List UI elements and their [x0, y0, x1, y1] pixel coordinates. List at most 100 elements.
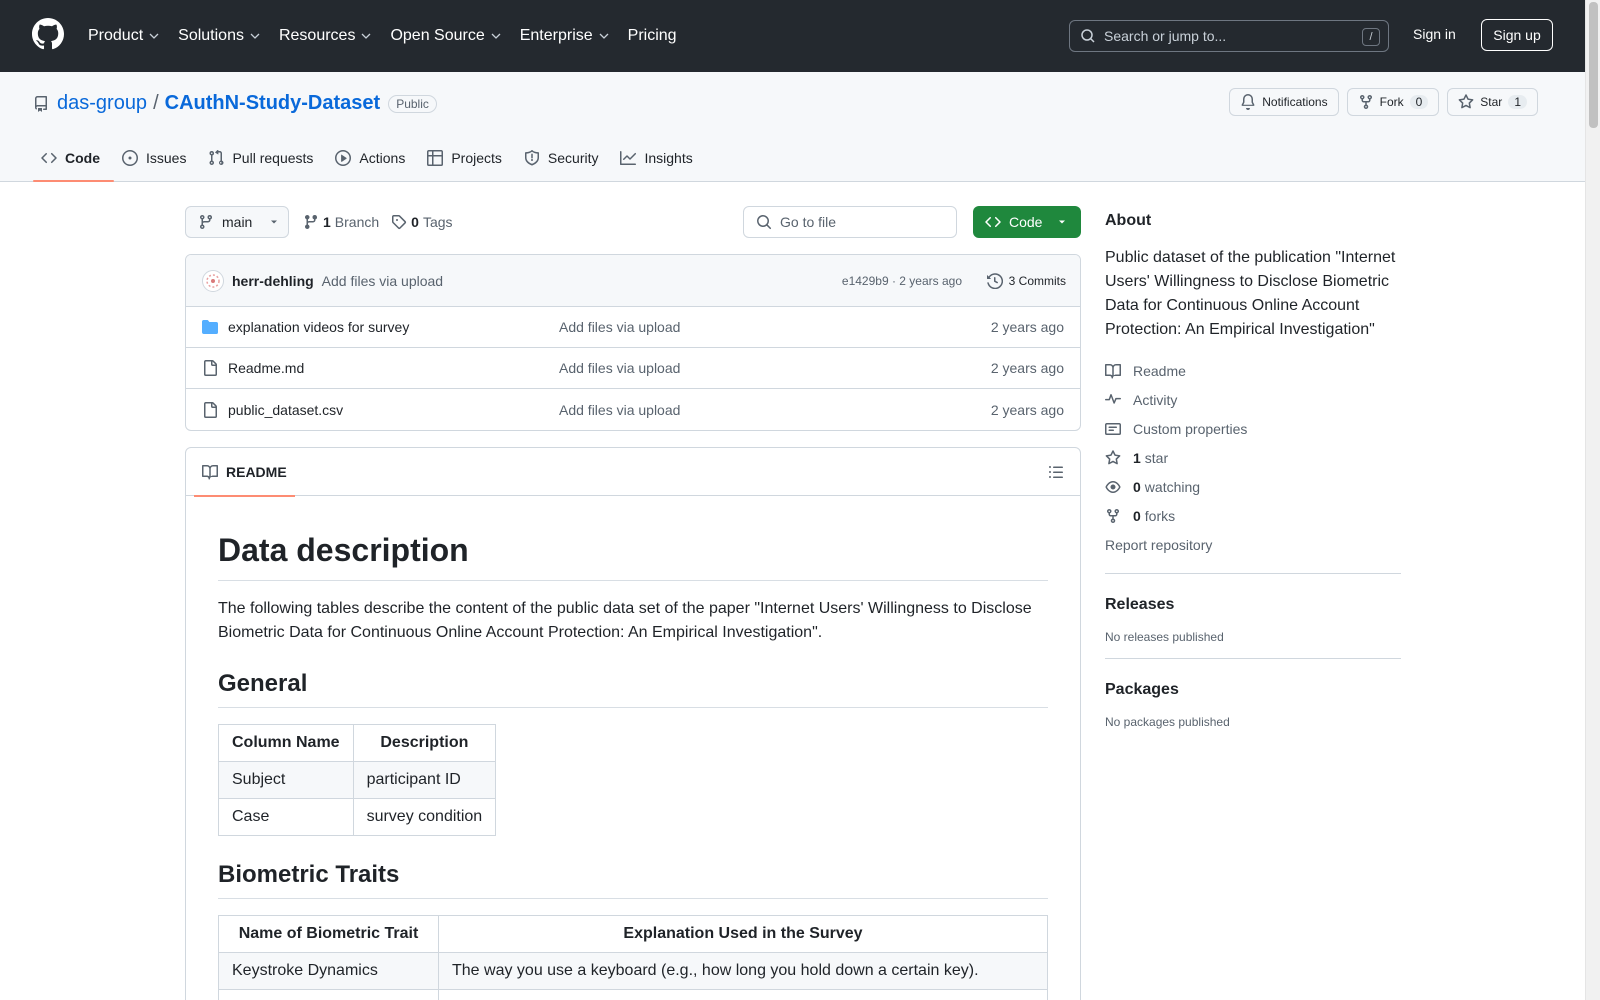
nav-enterprise-label: Enterprise	[519, 27, 593, 44]
branch-selector[interactable]: main	[185, 206, 289, 238]
page-scrollbar[interactable]	[1585, 0, 1600, 1000]
notifications-button[interactable]: Notifications	[1229, 88, 1339, 116]
table-icon	[427, 150, 444, 166]
packages-heading[interactable]: Packages	[1105, 681, 1401, 699]
file-row-readme[interactable]: Readme.md Add files via upload 2 years a…	[186, 348, 1080, 389]
nav-solutions[interactable]: Solutions	[178, 27, 261, 45]
global-header: Product Solutions Resources Open Source …	[0, 0, 1585, 72]
nav-product[interactable]: Product	[88, 27, 160, 45]
tags-link[interactable]: 0 Tags	[391, 214, 453, 230]
table-cell: Keystroke Dynamics	[218, 952, 439, 990]
tab-pull-requests-label: Pull requests	[232, 150, 314, 166]
readme-link[interactable]: Readme	[1105, 356, 1401, 385]
table-header: Name of Biometric Trait	[218, 915, 439, 953]
tab-actions[interactable]: Actions	[327, 134, 419, 182]
readme-header: README	[186, 448, 1080, 497]
nav-enterprise[interactable]: Enterprise	[520, 27, 610, 45]
table-cell: The way you use a keyboard (e.g., how lo…	[438, 952, 1048, 990]
search-icon	[757, 215, 772, 230]
search-placeholder: Search or jump to...	[1104, 28, 1227, 44]
packages-section: Packages No packages published	[1105, 658, 1401, 729]
tab-insights[interactable]: Insights	[612, 134, 706, 182]
forks-link[interactable]: 0 forks	[1105, 501, 1401, 530]
commit-author-link[interactable]: herr-dehling	[232, 273, 314, 289]
watching-label: watching	[1144, 478, 1201, 495]
branch-label: Branch	[334, 214, 380, 230]
watchers-link[interactable]: 0 watching	[1105, 472, 1401, 501]
file-name-link[interactable]: explanation videos for survey	[228, 319, 409, 335]
table-row: The way you use a mouse (e.g., how long …	[218, 989, 1048, 1000]
sign-in-link[interactable]: Sign in	[1413, 26, 1456, 42]
about-heading: About	[1105, 212, 1152, 229]
search-shortcut: /	[1362, 28, 1380, 46]
go-to-file-placeholder: Go to file	[780, 214, 837, 230]
readme-body: Data description The following tables de…	[186, 530, 1080, 1000]
tab-code-label: Code	[65, 150, 100, 166]
file-row-folder[interactable]: explanation videos for survey Add files …	[186, 307, 1080, 348]
about-description: Public dataset of the publication "Inter…	[1105, 249, 1396, 338]
code-button[interactable]: Code	[973, 206, 1081, 238]
file-name-link[interactable]: public_dataset.csv	[228, 402, 343, 418]
custom-properties-link[interactable]: Custom properties	[1105, 414, 1401, 443]
nav-resources-label: Resources	[278, 27, 356, 44]
nav-product-label: Product	[88, 27, 144, 44]
tab-issues[interactable]: Issues	[114, 134, 200, 182]
file-commit-message[interactable]: Add files via upload	[559, 402, 680, 418]
repo-header: das-group / CAuthN-Study-Dataset Public …	[0, 72, 1585, 182]
commits-history-link[interactable]: 3 Commits	[986, 272, 1066, 289]
star-count: 1	[1508, 95, 1527, 109]
repo-owner-link[interactable]: das-group	[57, 92, 147, 115]
about-links: Readme Activity Custom properties 1 star …	[1105, 356, 1401, 559]
go-to-file-input[interactable]: Go to file	[743, 206, 957, 238]
tab-issues-label: Issues	[146, 150, 187, 166]
nav-resources[interactable]: Resources	[279, 27, 372, 45]
nav-pricing[interactable]: Pricing	[628, 27, 677, 45]
packages-empty-text: No packages published	[1105, 715, 1230, 729]
nav-open-source[interactable]: Open Source	[390, 27, 501, 45]
file-commit-message[interactable]: Add files via upload	[559, 360, 680, 376]
releases-heading[interactable]: Releases	[1105, 596, 1401, 614]
file-name-link[interactable]: Readme.md	[228, 360, 304, 376]
sign-up-button[interactable]: Sign up	[1481, 19, 1553, 51]
code-icon	[985, 216, 1001, 228]
avatar[interactable]	[202, 269, 224, 292]
search-input[interactable]: Search or jump to... /	[1069, 20, 1389, 52]
tab-code[interactable]: Code	[33, 134, 114, 182]
github-logo-icon[interactable]	[32, 18, 64, 50]
releases-empty-text: No releases published	[1105, 630, 1224, 644]
tab-security[interactable]: Security	[516, 134, 613, 182]
repo-actions: Notifications Fork 0 Star 1	[1229, 88, 1538, 116]
activity-link[interactable]: Activity	[1105, 385, 1401, 414]
caret-down-icon	[271, 220, 278, 224]
pulse-icon	[1105, 393, 1121, 404]
issue-icon	[122, 150, 138, 166]
fork-icon	[1359, 94, 1372, 110]
readme-title: Data description	[218, 530, 1048, 581]
branches-link[interactable]: 1 Branch	[303, 214, 379, 230]
commits-label: 3 Commits	[1008, 273, 1066, 288]
shield-icon	[524, 150, 539, 166]
book-icon	[202, 464, 218, 480]
activity-link-label: Activity	[1133, 391, 1178, 408]
main-column: main 1 Branch 0 Tags Go to file Code her…	[185, 206, 1081, 1000]
report-repository-link[interactable]: Report repository	[1105, 530, 1401, 559]
file-row-dataset[interactable]: public_dataset.csv Add files via upload …	[186, 389, 1080, 430]
forks-count: 0	[1133, 507, 1141, 524]
commit-meta[interactable]: e1429b9 · 2 years ago	[842, 274, 962, 288]
tab-projects[interactable]: Projects	[419, 134, 516, 182]
repo-icon	[34, 95, 47, 112]
repo-name-link[interactable]: CAuthN-Study-Dataset	[165, 92, 381, 115]
file-commit-message[interactable]: Add files via upload	[559, 319, 680, 335]
custom-properties-label: Custom properties	[1133, 420, 1248, 437]
list-unordered-icon[interactable]	[1048, 464, 1064, 480]
table-cell: Subject	[218, 761, 354, 799]
fork-button[interactable]: Fork 0	[1346, 88, 1440, 116]
star-button[interactable]: Star 1	[1447, 88, 1538, 116]
commit-message-link[interactable]: Add files via upload	[322, 273, 443, 289]
scrollbar-thumb[interactable]	[1589, 2, 1598, 128]
tab-pull-requests[interactable]: Pull requests	[200, 134, 327, 182]
forks-label: forks	[1144, 507, 1176, 524]
readme-tab[interactable]: README	[194, 448, 295, 497]
stars-link[interactable]: 1 star	[1105, 443, 1401, 472]
watching-count: 0	[1133, 478, 1141, 495]
